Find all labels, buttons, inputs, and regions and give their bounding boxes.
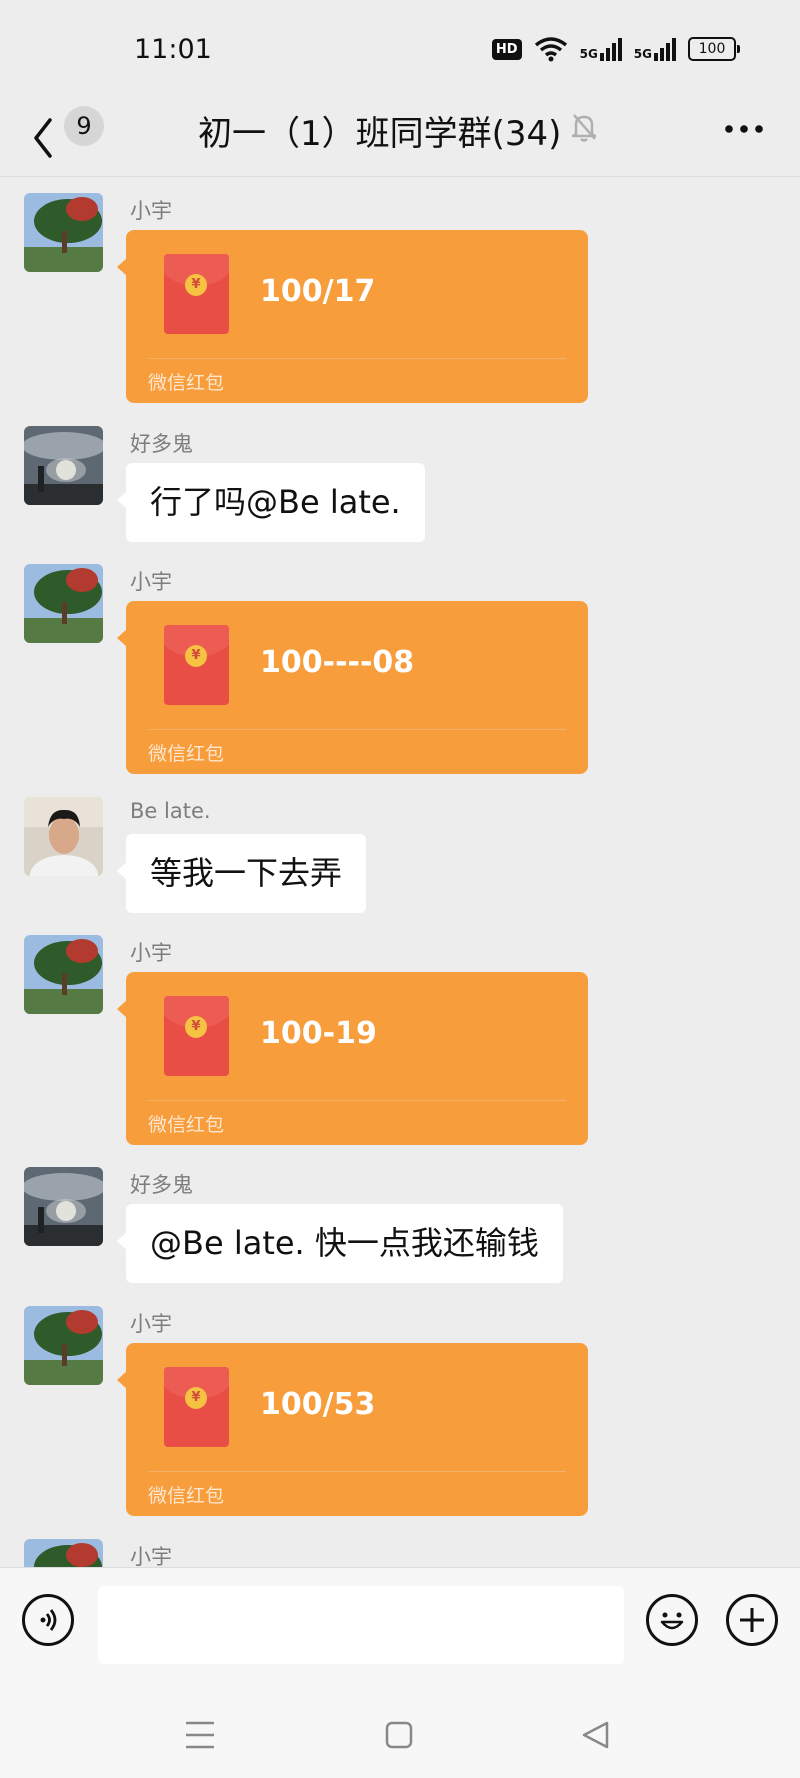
battery-icon: 100 — [688, 37, 740, 61]
avatar-xiaoyu[interactable] — [24, 1539, 103, 1567]
avatar-xiaoyu[interactable] — [24, 564, 103, 643]
sender-name: 小宇 — [130, 1312, 172, 1336]
sender-name: 小宇 — [130, 199, 172, 223]
divider — [148, 1471, 566, 1472]
sender-name: 小宇 — [130, 941, 172, 965]
divider — [148, 358, 566, 359]
red-packet-label: 微信红包 — [148, 372, 225, 394]
hd-icon: HD — [491, 38, 522, 60]
avatar-haoduogui[interactable] — [24, 1167, 103, 1246]
system-nav-bar — [0, 1692, 800, 1778]
avatar-xiaoyu[interactable] — [24, 193, 103, 272]
sender-name: Be late. — [130, 799, 211, 823]
voice-icon[interactable] — [22, 1594, 74, 1646]
menu-icon[interactable] — [184, 1720, 216, 1750]
red-envelope-icon: ¥ — [164, 1367, 229, 1447]
text-message[interactable]: 行了吗@Be late. — [117, 463, 425, 542]
red-packet[interactable]: ¥ 100-19 微信红包 — [117, 972, 588, 1145]
red-envelope-icon: ¥ — [164, 625, 229, 705]
text-message[interactable]: 等我一下去弄 — [116, 834, 367, 913]
message-item: 小宇 ¥ 100-19 微信红包 — [0, 935, 800, 1145]
message-item: 好多鬼 行了吗@Be late. — [0, 426, 800, 546]
divider — [148, 729, 566, 730]
signal-5g-icon: 5G — [580, 37, 622, 61]
red-envelope-icon: ¥ — [164, 254, 229, 334]
message-item: 小宇 ¥ 100/53 微信红包 — [0, 1306, 800, 1516]
message-item: Be late. 等我一下去弄 — [0, 797, 800, 917]
avatar-be-late[interactable] — [24, 797, 103, 876]
chat-title: 初一（1）班同学群(34) — [198, 114, 562, 154]
home-icon[interactable] — [384, 1720, 414, 1750]
mute-bell-icon — [571, 114, 597, 142]
red-packet-greeting: 100----08 — [260, 645, 415, 680]
back-triangle-icon[interactable] — [580, 1720, 610, 1750]
status-icons: HD 5G 5G 100 — [491, 36, 740, 62]
sender-name: 好多鬼 — [130, 432, 193, 456]
red-packet-greeting: 100/53 — [260, 1387, 376, 1422]
message-input[interactable] — [98, 1586, 624, 1664]
avatar-xiaoyu[interactable] — [24, 1306, 103, 1385]
emoji-icon[interactable] — [646, 1594, 698, 1646]
red-packet-label: 微信红包 — [148, 743, 225, 765]
sender-name: 小宇 — [130, 1545, 172, 1567]
signal-5g-icon-2: 5G — [634, 37, 676, 61]
red-packet-greeting: 100-19 — [260, 1016, 377, 1051]
red-packet-label: 微信红包 — [148, 1114, 225, 1136]
avatar-haoduogui[interactable] — [24, 426, 103, 505]
divider — [148, 1100, 566, 1101]
input-bar — [0, 1567, 800, 1693]
sender-name: 小宇 — [130, 570, 172, 594]
red-packet[interactable]: ¥ 100/17 微信红包 — [117, 230, 588, 403]
red-packet[interactable]: ¥ 100/53 微信红包 — [117, 1343, 588, 1516]
wifi-icon — [534, 37, 567, 62]
text-message[interactable]: @Be late. 快一点我还输钱 — [117, 1204, 563, 1283]
message-item: 小宇 ¥ 100/17 微信红包 — [0, 193, 800, 403]
status-bar: 11:01 HD 5G 5G 100 — [0, 0, 800, 100]
unread-count-badge[interactable]: 9 — [64, 106, 104, 146]
sender-name: 好多鬼 — [130, 1173, 193, 1197]
plus-icon[interactable] — [726, 1594, 778, 1646]
status-time: 11:01 — [134, 34, 212, 65]
message-item: 小宇 ¥ 100----08 微信红包 — [0, 564, 800, 774]
more-icon[interactable] — [722, 112, 772, 146]
avatar-xiaoyu[interactable] — [24, 935, 103, 1014]
red-packet-greeting: 100/17 — [260, 274, 376, 309]
message-item: 好多鬼 @Be late. 快一点我还输钱 — [0, 1167, 800, 1287]
message-item: 小宇 — [0, 1539, 800, 1567]
red-packet[interactable]: ¥ 100----08 微信红包 — [117, 601, 588, 774]
red-envelope-icon: ¥ — [164, 996, 229, 1076]
red-packet-label: 微信红包 — [148, 1485, 225, 1507]
